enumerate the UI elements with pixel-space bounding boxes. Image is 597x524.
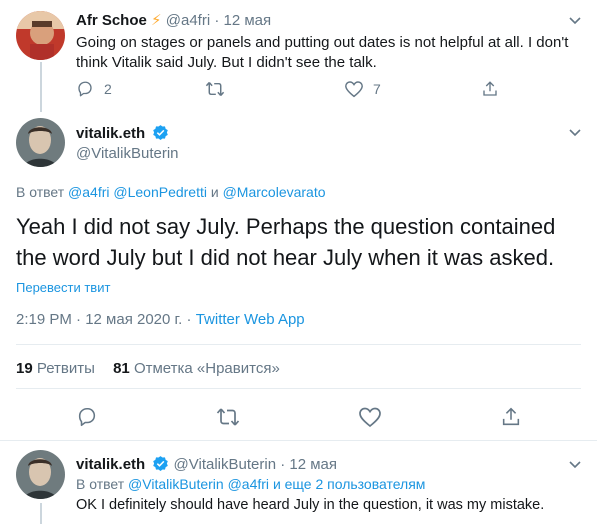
main-tweet-text-line: Yeah I did not say July. Perhaps the que… [16, 214, 556, 239]
separator: · [214, 12, 220, 29]
retweets-count: 19 [16, 360, 33, 377]
tweet-date[interactable]: 12 мая [224, 12, 272, 29]
author-name[interactable]: Afr Schoe [76, 12, 147, 29]
divider [0, 440, 597, 441]
like-icon [344, 80, 364, 98]
reply-prefix: В ответ [76, 476, 125, 492]
tweet-text: OK I definitely should have heard July i… [76, 497, 545, 513]
verified-badge-icon [152, 455, 169, 476]
thread-line-bottom [40, 503, 42, 524]
retweet-action[interactable] [216, 406, 240, 428]
reply-prefix: В ответ [16, 184, 65, 200]
reply-others-link[interactable]: и еще 2 пользователям [273, 476, 426, 492]
retweets-label: Ретвиты [36, 360, 95, 377]
reply-and: и [210, 184, 219, 200]
share-action[interactable] [481, 80, 499, 98]
likes-label: Отметка «Нравится» [133, 360, 280, 377]
reply-action[interactable]: 2 [76, 80, 112, 98]
verified-badge-icon [152, 124, 169, 145]
share-icon [481, 80, 499, 98]
tweet-text-line: Going on stages or panels and putting ou… [76, 34, 569, 51]
avatar-vitalik[interactable] [16, 450, 65, 499]
like-action[interactable]: 7 [344, 80, 381, 98]
like-action[interactable] [358, 406, 382, 428]
retweets-stat[interactable]: 19 Ретвиты [16, 360, 99, 377]
lightning-emoji: ⚡ [151, 12, 162, 29]
reply-mention[interactable]: @VitalikButerin [128, 476, 224, 492]
thread-line-top [40, 62, 42, 112]
author-handle[interactable]: @VitalikButerin [76, 145, 179, 162]
author-handle[interactable]: @VitalikButerin [174, 456, 277, 473]
retweet-icon [216, 406, 240, 428]
chevron-down-icon[interactable] [567, 124, 583, 140]
separator: · [186, 311, 192, 328]
like-count: 7 [373, 81, 381, 97]
reply-action[interactable] [76, 406, 98, 428]
retweet-icon [205, 80, 225, 98]
translate-tweet-link[interactable]: Перевести твит [16, 280, 110, 295]
divider [16, 388, 581, 389]
likes-stat[interactable]: 81 Отметка «Нравится» [113, 360, 280, 377]
reply-icon [76, 406, 98, 428]
reply-mention[interactable]: @a4fri [228, 476, 269, 492]
reply-mention[interactable]: @LeonPedretti [113, 184, 207, 200]
share-icon [500, 406, 522, 428]
like-icon [358, 406, 382, 428]
avatar-vitalik[interactable] [16, 118, 65, 167]
likes-count: 81 [113, 360, 130, 377]
author-name[interactable]: vitalik.eth [76, 456, 145, 473]
chevron-down-icon[interactable] [567, 456, 583, 472]
author-handle[interactable]: @a4fri [166, 12, 210, 29]
main-tweet-text-line: the word July but I did not hear July wh… [16, 245, 555, 270]
tweet-text-line: think Vitalik said July. But I didn't se… [76, 54, 377, 71]
reply-count: 2 [104, 81, 112, 97]
avatar-afr-schoe[interactable] [16, 11, 65, 60]
chevron-down-icon[interactable] [567, 12, 583, 28]
share-action[interactable] [500, 406, 522, 428]
tweet-date[interactable]: 12 мая [289, 456, 337, 473]
author-name[interactable]: vitalik.eth [76, 125, 145, 142]
separator: · [280, 456, 286, 473]
retweet-action[interactable] [205, 80, 225, 98]
tweet-timestamp[interactable]: 2:19 PM · 12 мая 2020 г. [16, 311, 182, 328]
reply-mention[interactable]: @Marcolevarato [223, 184, 326, 200]
reply-icon [76, 80, 94, 98]
tweet-source[interactable]: Twitter Web App [196, 311, 305, 328]
divider [16, 344, 581, 345]
reply-mention[interactable]: @a4fri [68, 184, 109, 200]
